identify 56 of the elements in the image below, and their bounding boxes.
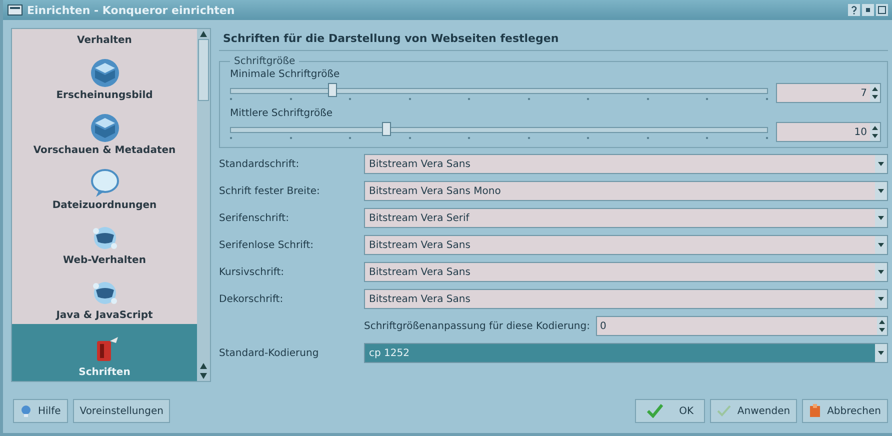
dialog-button[interactable]: Hilfe [13, 399, 68, 423]
field-label: Dekorschrift: [219, 294, 284, 304]
check-icon [717, 405, 732, 417]
check-icon [647, 404, 664, 418]
spin-box[interactable]: 7 [776, 83, 881, 103]
slider-label: Minimale Schriftgröße [230, 68, 341, 82]
sidebar-item[interactable]: Web-Verhalten [12, 214, 197, 269]
field-label: Kursivschrift: [219, 266, 285, 278]
sidebar-item[interactable]: Erscheinungsbild [12, 49, 197, 104]
scrollbar[interactable] [197, 29, 210, 381]
slider-label: Mittlere Schriftgröße [230, 107, 334, 121]
maximize-icon[interactable] [876, 4, 888, 16]
sidebar-item[interactable]: Vorschauen & Metadaten [12, 104, 197, 159]
font-dropdown[interactable]: Bitstream Vera Sans [364, 235, 888, 255]
encoding-dropdown[interactable]: cp 1252 [364, 343, 888, 363]
help-icon[interactable] [848, 4, 860, 16]
group-legend: Schriftgröße [230, 56, 300, 67]
sidebar-item[interactable]: Schriften [12, 324, 197, 381]
spin-arrows-icon[interactable] [870, 84, 880, 102]
field-label: Serifenlose Schrift: [219, 240, 315, 250]
dialog-button[interactable]: Voreinstellungen [72, 399, 170, 423]
field-label: Serifenschrift: [219, 212, 290, 224]
spin-box[interactable]: 0 [596, 316, 888, 336]
window-title: Einrichten - Konqueror einrichten [27, 4, 236, 16]
lightbulb-icon [20, 405, 32, 417]
scroll-up-icon[interactable] [200, 363, 207, 369]
page-heading: Schriften für die Darstellung von Webseiten festlegen [219, 28, 888, 51]
minimize-icon[interactable] [862, 4, 874, 16]
sidebar-item[interactable]: Java & JavaScript [12, 269, 197, 324]
cube-icon [90, 58, 120, 88]
slider-handle[interactable] [382, 122, 392, 136]
font-dropdown[interactable]: Bitstream Vera Sans [364, 289, 888, 309]
field-label: Schrift fester Breite: [219, 186, 321, 196]
font-dropdown[interactable]: Bitstream Vera Sans [364, 262, 888, 282]
speech-bubble-icon [90, 168, 120, 198]
font-dropdown[interactable]: Bitstream Vera Sans [364, 154, 888, 174]
scroll-down-icon[interactable] [200, 373, 207, 379]
sidebar-item[interactable]: Verhalten [12, 29, 197, 49]
sidebar-item[interactable]: Dateizuordnungen [12, 159, 197, 214]
field-label: Schriftgrößenanpassung für diese Kodierung: [364, 320, 590, 332]
stop-icon [809, 404, 822, 418]
cube-icon [90, 113, 120, 143]
spin-arrows-icon[interactable] [870, 123, 880, 141]
dialog-button[interactable]: Anwenden [710, 399, 798, 423]
dialog-button[interactable]: Abbrechen [802, 399, 888, 423]
dialog-button[interactable]: OK [635, 399, 706, 423]
spin-box[interactable]: 10 [776, 122, 881, 142]
scroll-up-icon[interactable] [200, 31, 207, 37]
font-dropdown[interactable]: Bitstream Vera Sans Mono [364, 181, 888, 201]
window-icon [7, 4, 23, 16]
spin-arrows-icon[interactable] [877, 317, 887, 335]
slider-handle[interactable] [328, 83, 338, 97]
field-label: Standard-Kodierung [219, 348, 320, 358]
scrollbar-thumb[interactable] [198, 39, 209, 101]
font-dropdown[interactable]: Bitstream Vera Serif [364, 208, 888, 228]
field-label: Standardschrift: [219, 158, 300, 170]
